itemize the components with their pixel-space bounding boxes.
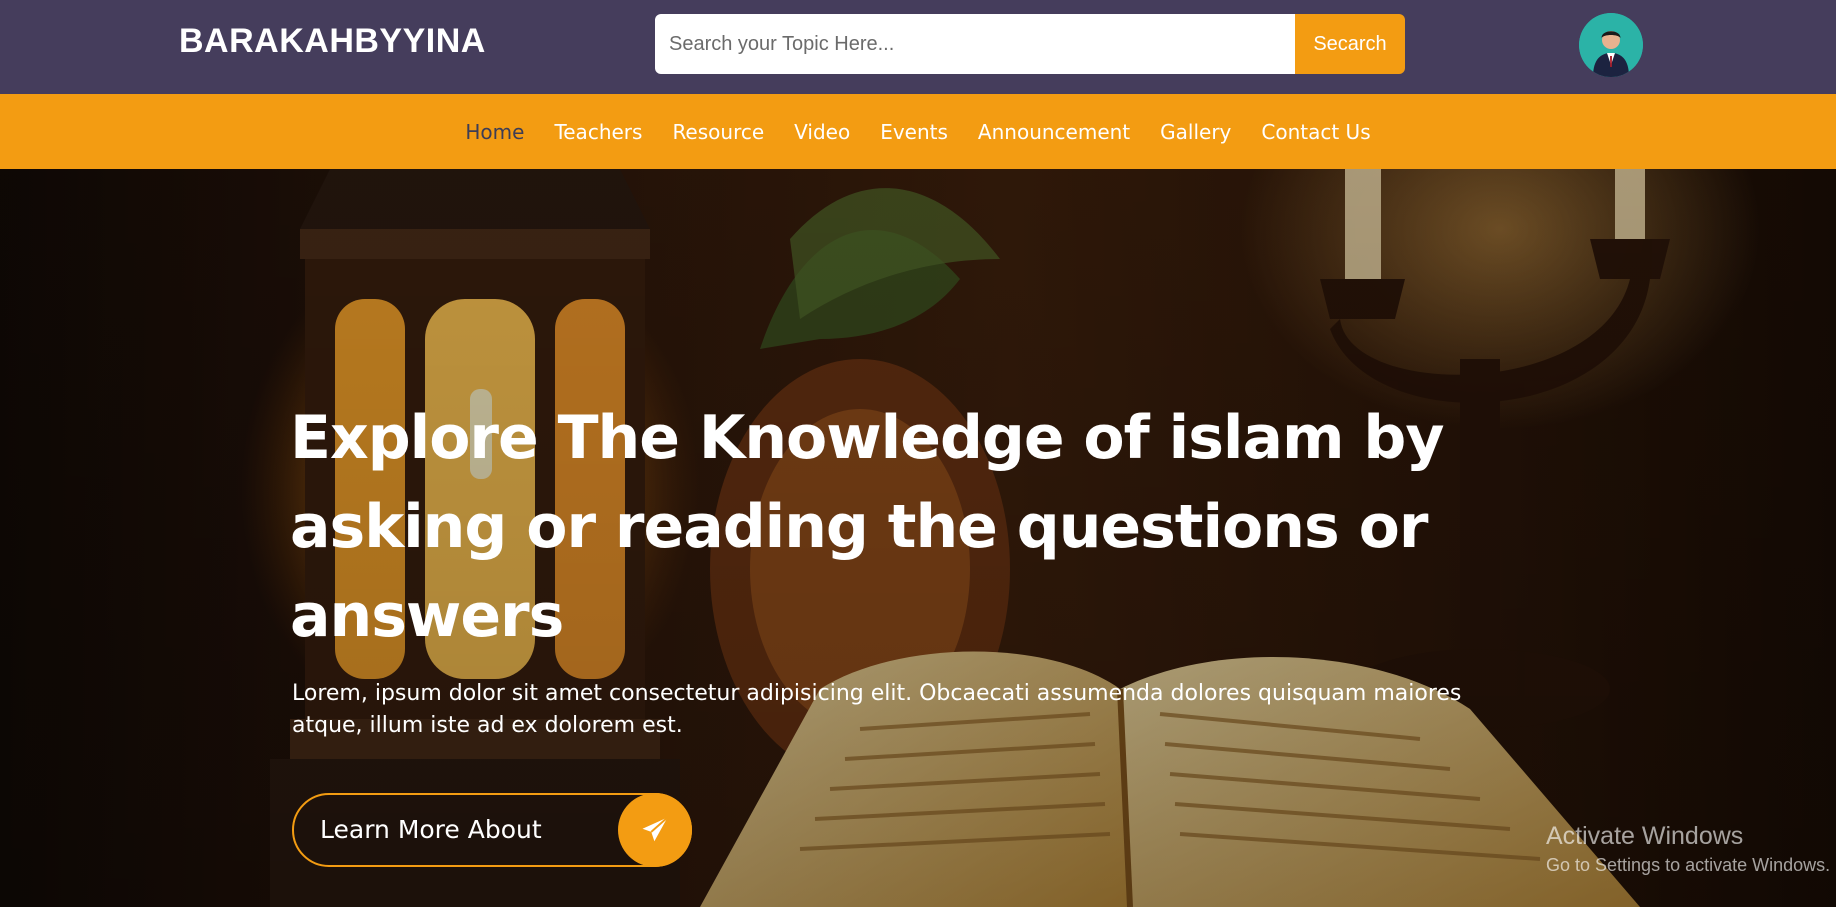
user-avatar[interactable] <box>1579 13 1643 77</box>
nav-item-teachers[interactable]: Teachers <box>554 120 642 144</box>
search-input[interactable] <box>655 14 1295 74</box>
nav-item-resource[interactable]: Resource <box>672 120 764 144</box>
learn-more-button[interactable]: Learn More About <box>292 793 692 867</box>
nav-item-home[interactable]: Home <box>465 120 524 144</box>
paper-plane-icon[interactable] <box>618 793 692 867</box>
nav-item-contact-us[interactable]: Contact Us <box>1261 120 1370 144</box>
search-button[interactable]: Secarch <box>1295 14 1405 74</box>
activate-title: Activate Windows <box>1546 822 1744 850</box>
hero-title: Explore The Knowledge of islam by asking… <box>290 403 1444 651</box>
nav-item-announcement[interactable]: Announcement <box>978 120 1130 144</box>
activate-subtitle: Go to Settings to activate Windows. <box>1546 855 1831 875</box>
nav-item-events[interactable]: Events <box>880 120 948 144</box>
site-logo[interactable]: BARAKAHBYYINA <box>179 22 486 61</box>
windows-activation-watermark: Activate Windows Go to Settings to activ… <box>1546 822 1830 876</box>
search-bar: Secarch <box>655 14 1405 74</box>
person-icon <box>1579 13 1643 77</box>
learn-more-label: Learn More About <box>320 815 542 844</box>
top-header: BARAKAHBYYINA Secarch <box>0 0 1836 94</box>
main-nav: Home Teachers Resource Video Events Anno… <box>0 94 1836 169</box>
hero-section: Explore The Knowledge of islam by asking… <box>0 169 1836 907</box>
hero-description: Lorem, ipsum dolor sit amet consectetur … <box>292 681 1462 738</box>
nav-item-gallery[interactable]: Gallery <box>1160 120 1231 144</box>
nav-item-video[interactable]: Video <box>794 120 850 144</box>
